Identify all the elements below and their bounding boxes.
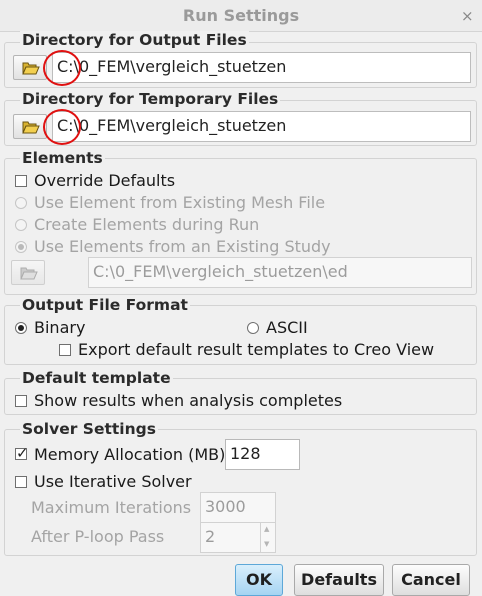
- highlight-annotation: [43, 50, 81, 86]
- max-iterations-input[interactable]: 3000: [200, 492, 276, 523]
- spin-down-icon[interactable]: ▼: [264, 540, 269, 548]
- iterative-solver-label: Use Iterative Solver: [34, 472, 192, 491]
- existing-study-radio[interactable]: [15, 241, 27, 253]
- output-dir-browse-button[interactable]: [13, 55, 47, 80]
- study-path-field[interactable]: C:\0_FEM\vergleich_stuetzen\ed: [88, 257, 472, 288]
- ascii-label: ASCII: [266, 318, 308, 337]
- spin-up-icon[interactable]: ▲: [264, 525, 269, 533]
- memory-allocation-checkbox[interactable]: [15, 444, 29, 462]
- memory-allocation-label: Memory Allocation (MB): [34, 445, 226, 464]
- output-dir-heading: Directory for Output Files: [20, 31, 249, 49]
- elements-heading: Elements: [20, 149, 105, 167]
- override-defaults-label: Override Defaults: [34, 171, 176, 190]
- iterative-solver-checkbox[interactable]: [15, 476, 27, 488]
- show-results-checkbox[interactable]: [15, 395, 27, 407]
- temp-dir-heading: Directory for Temporary Files: [20, 90, 281, 108]
- create-during-run-radio[interactable]: [15, 219, 27, 231]
- close-icon[interactable]: ×: [461, 7, 474, 25]
- study-browse-button[interactable]: [11, 260, 45, 285]
- default-template-heading: Default template: [20, 369, 173, 387]
- show-results-label: Show results when analysis completes: [34, 391, 343, 410]
- highlight-annotation: [43, 109, 81, 145]
- temp-dir-browse-button[interactable]: [13, 114, 47, 139]
- create-during-run-label: Create Elements during Run: [34, 215, 260, 234]
- ascii-radio[interactable]: [247, 322, 259, 334]
- folder-open-icon: [22, 62, 40, 75]
- existing-mesh-label: Use Element from Existing Mesh File: [34, 193, 326, 212]
- max-iterations-label: Maximum Iterations: [31, 498, 192, 517]
- folder-open-icon: [22, 121, 40, 134]
- existing-study-label: Use Elements from an Existing Study: [34, 237, 331, 256]
- after-ploop-spin-buttons[interactable]: ▲ ▼: [260, 523, 275, 552]
- export-templates-checkbox[interactable]: [59, 344, 71, 356]
- existing-mesh-radio[interactable]: [15, 197, 27, 209]
- binary-radio[interactable]: [15, 322, 27, 334]
- memory-allocation-input[interactable]: 128: [225, 439, 300, 470]
- ok-button[interactable]: OK: [235, 564, 283, 596]
- export-templates-label: Export default result templates to Creo …: [78, 340, 435, 359]
- window-title: Run Settings: [182, 6, 300, 25]
- cancel-button[interactable]: Cancel: [392, 564, 470, 596]
- defaults-button[interactable]: Defaults: [294, 564, 384, 596]
- temp-dir-path: C:\0_FEM\vergleich_stuetzen: [57, 116, 287, 135]
- override-defaults-checkbox[interactable]: [15, 175, 27, 187]
- output-dir-path: C:\0_FEM\vergleich_stuetzen: [57, 57, 287, 76]
- solver-settings-heading: Solver Settings: [20, 420, 158, 438]
- binary-label: Binary: [34, 318, 86, 337]
- output-format-heading: Output File Format: [20, 296, 190, 314]
- after-ploop-label: After P-loop Pass: [31, 527, 165, 546]
- folder-open-icon: [20, 267, 38, 280]
